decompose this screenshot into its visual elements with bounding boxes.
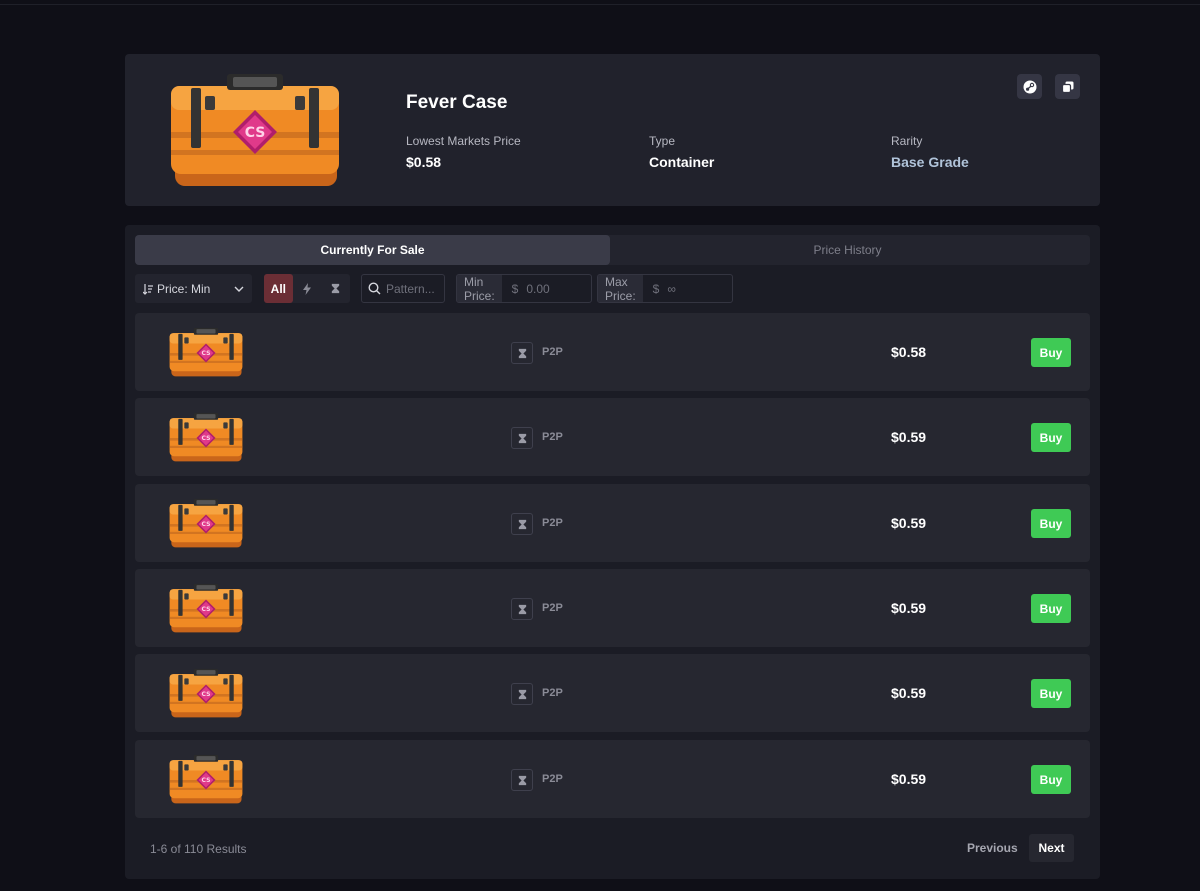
listing-row[interactable]: P2P $0.59 Buy [135,654,1090,732]
filter-p2p-button[interactable] [321,274,350,303]
lowest-price-block: Lowest Markets Price $0.58 [406,134,521,170]
p2p-badge [511,769,533,791]
chevron-down-icon [234,286,244,292]
hourglass-icon [517,689,528,700]
top-divider [0,4,1200,5]
type-block: Type Container [649,134,714,170]
p2p-badge [511,513,533,535]
listing-row[interactable]: P2P $0.59 Buy [135,484,1090,562]
tab-currently-for-sale[interactable]: Currently For Sale [135,235,610,265]
p2p-badge [511,342,533,364]
delivery-method: P2P [542,602,563,614]
min-price-label: Min Price: [457,275,502,302]
rarity-value: Base Grade [891,154,969,170]
max-price-input[interactable] [667,281,732,296]
next-page-button[interactable]: Next [1029,834,1074,862]
steam-icon [1023,80,1036,93]
item-header-card: Fever Case Lowest Markets Price $0.58 Ty… [125,54,1100,206]
bolt-icon [303,282,311,295]
case-image [165,72,345,192]
case-thumbnail [167,327,245,379]
min-price-currency: $ [511,281,519,296]
delivery-method: P2P [542,687,563,699]
previous-page-button[interactable]: Previous [957,834,1028,862]
rarity-label: Rarity [891,134,923,148]
pattern-input[interactable] [386,281,444,296]
sort-icon [143,283,153,295]
delivery-method: P2P [542,346,563,358]
delivery-method: P2P [542,431,563,443]
max-price-currency: $ [652,281,660,296]
buy-button[interactable]: Buy [1031,594,1071,623]
case-thumbnail [167,754,245,806]
listing-price: $0.58 [891,344,927,360]
results-count: 1-6 of 110 Results [150,842,247,856]
copy-button[interactable] [1055,74,1080,99]
listing-price: $0.59 [891,771,927,787]
listings-panel: Currently For Sale Price History Price: … [125,225,1100,879]
hourglass-icon [330,283,341,294]
hourglass-icon [517,433,528,444]
p2p-badge [511,598,533,620]
case-thumbnail [167,412,245,464]
max-price-label: Max Price: [598,275,643,302]
buy-button[interactable]: Buy [1031,765,1071,794]
listing-row[interactable]: P2P $0.59 Buy [135,398,1090,476]
min-price-box: Min Price: $ [456,274,592,303]
p2p-badge [511,683,533,705]
steam-button[interactable] [1017,74,1042,99]
listing-row[interactable]: P2P $0.59 Buy [135,569,1090,647]
sort-label: Price: Min [157,281,211,296]
delivery-method: P2P [542,773,563,785]
case-thumbnail [167,668,245,720]
hourglass-icon [517,775,528,786]
tab-bar: Currently For Sale Price History [135,235,1090,265]
min-price-input[interactable] [526,281,591,296]
item-title: Fever Case [406,92,508,113]
filter-bar: Price: Min All Min Price: [135,274,1090,303]
sort-select[interactable]: Price: Min [135,274,252,303]
lowest-price-value: $0.58 [406,154,442,170]
type-value: Container [649,154,715,170]
listing-row[interactable]: P2P $0.58 Buy [135,313,1090,391]
listing-price: $0.59 [891,515,927,531]
hourglass-icon [517,348,528,359]
delivery-method: P2P [542,517,563,529]
listing-price: $0.59 [891,600,927,616]
listing-price: $0.59 [891,429,927,445]
delivery-filter: All [264,274,350,303]
p2p-badge [511,427,533,449]
buy-button[interactable]: Buy [1031,338,1071,367]
rarity-block: Rarity Base Grade [891,134,969,170]
search-icon [368,282,381,295]
case-thumbnail [167,498,245,550]
type-label: Type [649,134,676,148]
pattern-search[interactable] [361,274,445,303]
buy-button[interactable]: Buy [1031,423,1071,452]
max-price-field[interactable]: $ [643,275,732,302]
hourglass-icon [517,519,528,530]
copy-icon [1061,81,1073,93]
lowest-price-label: Lowest Markets Price [406,134,521,148]
hourglass-icon [517,604,528,615]
filter-instant-button[interactable] [293,274,322,303]
buy-button[interactable]: Buy [1031,679,1071,708]
min-price-field[interactable]: $ [502,275,591,302]
max-price-box: Max Price: $ [597,274,733,303]
listing-row[interactable]: P2P $0.59 Buy [135,740,1090,818]
tab-price-history[interactable]: Price History [610,235,1085,265]
case-thumbnail [167,583,245,635]
filter-all-button[interactable]: All [264,274,293,303]
listing-price: $0.59 [891,685,927,701]
buy-button[interactable]: Buy [1031,509,1071,538]
